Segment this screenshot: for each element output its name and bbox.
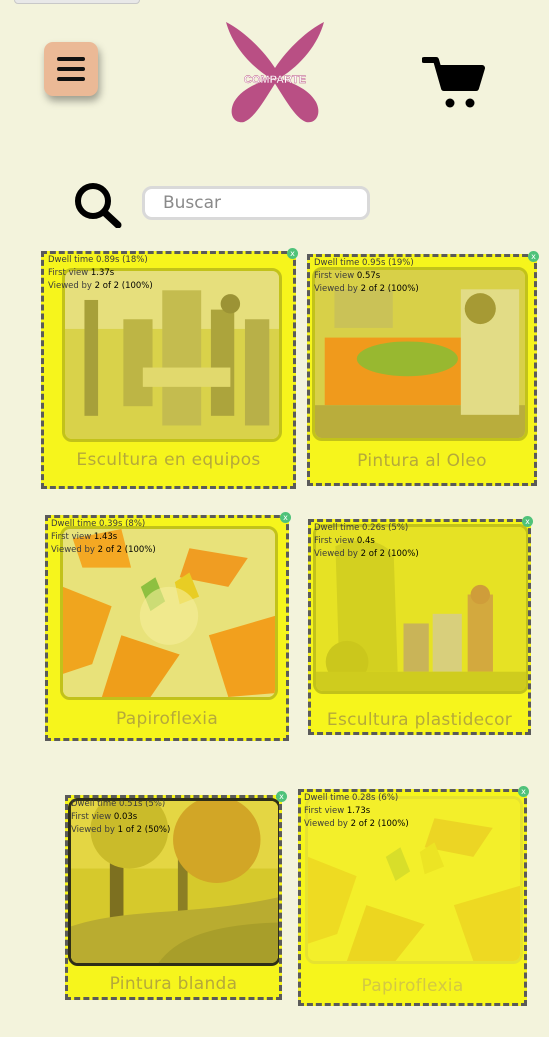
heatmap-stats: Dwell time 0.28s (6%) First view 1.73s V… — [304, 792, 409, 831]
heatmap-stats: Dwell time 0.39s (8%) First view 1.43s V… — [51, 518, 156, 557]
close-icon[interactable]: x — [518, 786, 529, 797]
hamburger-icon — [57, 57, 85, 81]
product-title: Papiroflexia — [361, 976, 464, 996]
shopping-cart-icon — [421, 57, 485, 108]
heatmap-stats: Dwell time 0.26s (5%) First view 0.4s Vi… — [314, 522, 419, 561]
product-title: Escultura en equipos — [76, 450, 261, 470]
heatmap-stats: Dwell time 0.89s (18%) First view 1.37s … — [48, 254, 153, 293]
dwell-time: Dwell time 0.28s (6%) — [304, 793, 399, 803]
dwell-time: Dwell time 0.26s (5%) — [314, 523, 409, 533]
close-icon[interactable]: x — [280, 512, 291, 523]
dwell-time: Dwell time 0.51s (5%) — [71, 799, 166, 809]
cart-button[interactable] — [421, 54, 486, 112]
first-view: First view 0.4s — [314, 536, 375, 546]
first-view: First view 0.03s — [71, 812, 138, 822]
first-view: First view 1.73s — [304, 806, 371, 816]
first-view: First view 1.37s — [48, 268, 115, 278]
product-title: Pintura al Oleo — [357, 451, 487, 471]
viewed-by: Viewed by 2 of 2 (100%) — [48, 281, 153, 291]
dwell-time: Dwell time 0.89s (18%) — [48, 255, 148, 265]
search-icon[interactable] — [72, 180, 122, 229]
first-view: First view 1.43s — [51, 532, 118, 542]
viewed-by: Viewed by 1 of 2 (50%) — [71, 825, 171, 835]
heatmap-stats: Dwell time 0.51s (5%) First view 0.03s V… — [71, 798, 170, 837]
close-icon[interactable]: x — [522, 516, 533, 527]
menu-button[interactable] — [44, 42, 98, 96]
product-title: Pintura blanda — [109, 974, 238, 994]
product-title: Escultura plastidecor — [326, 710, 513, 730]
product-title: Papiroflexia — [115, 709, 219, 729]
heatmap-stats: Dwell time 0.95s (19%) First view 0.57s … — [314, 257, 419, 296]
browser-bar-remnant — [14, 0, 140, 4]
viewed-by: Viewed by 2 of 2 (100%) — [314, 284, 419, 294]
product-image — [62, 268, 282, 442]
viewed-by: Viewed by 2 of 2 (100%) — [314, 549, 419, 559]
logo-text: COMPARTE — [244, 74, 306, 86]
search-input[interactable] — [142, 186, 370, 220]
close-icon[interactable]: x — [287, 248, 298, 259]
close-icon[interactable]: x — [528, 251, 539, 262]
first-view: First view 0.57s — [314, 271, 381, 281]
viewed-by: Viewed by 2 of 2 (100%) — [304, 819, 409, 829]
dwell-time: Dwell time 0.39s (8%) — [51, 519, 146, 529]
dwell-time: Dwell time 0.95s (19%) — [314, 258, 414, 268]
close-icon[interactable]: x — [276, 791, 287, 802]
viewed-by: Viewed by 2 of 2 (100%) — [51, 545, 156, 555]
logo[interactable]: COMPARTE — [220, 18, 330, 126]
